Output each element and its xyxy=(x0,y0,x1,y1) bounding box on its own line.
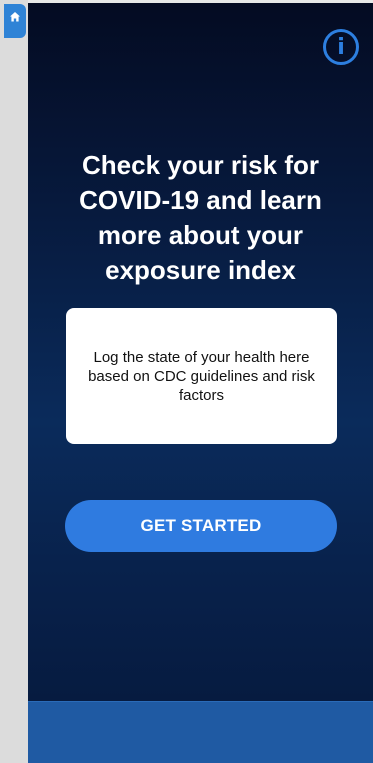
app-frame: i Check your risk for COVID-19 and learn… xyxy=(0,0,373,763)
info-button[interactable]: i xyxy=(323,29,359,65)
get-started-label: GET STARTED xyxy=(140,516,262,535)
home-icon xyxy=(9,10,21,28)
home-tab[interactable] xyxy=(4,4,26,38)
info-card: Log the state of your health here based … xyxy=(66,308,337,444)
left-sidebar-strip xyxy=(0,0,28,763)
bottom-bar xyxy=(28,701,373,763)
get-started-button[interactable]: GET STARTED xyxy=(65,500,337,552)
info-card-text: Log the state of your health here based … xyxy=(88,348,315,404)
info-icon: i xyxy=(337,34,345,60)
headline-text: Check your risk for COVID-19 and learn m… xyxy=(79,150,322,285)
